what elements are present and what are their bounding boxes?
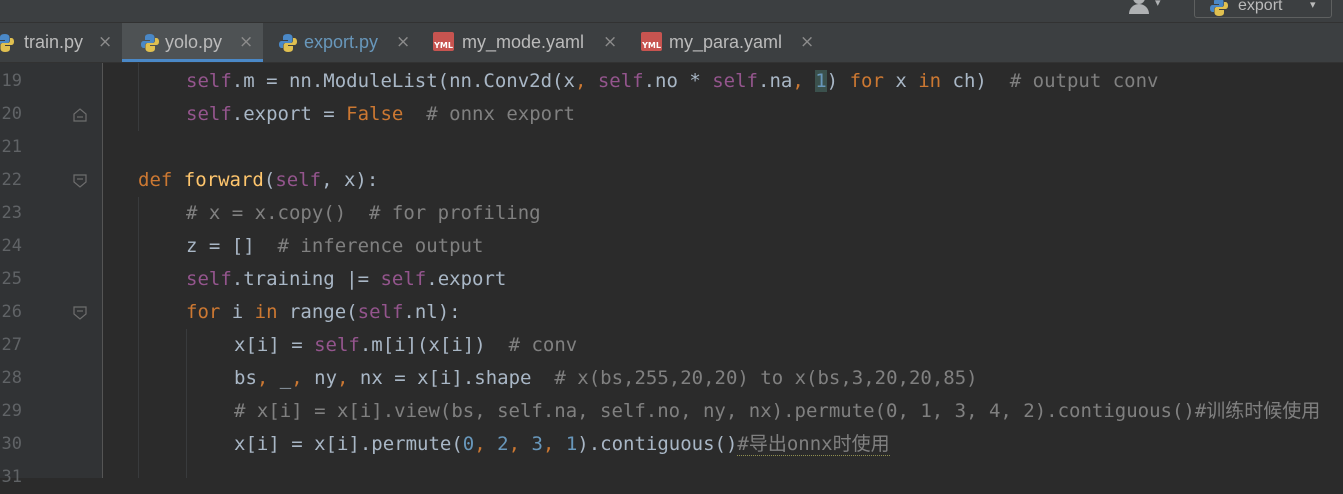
indent-guide	[186, 329, 187, 478]
code-line-25: self.training |= self.export	[186, 268, 507, 290]
run-configuration-select[interactable]: export ▾	[1194, 0, 1332, 18]
tab-label: export.py	[304, 32, 379, 52]
editor-tab-bar: train.py × yolo.py × export.py × YML my_…	[0, 23, 1343, 63]
code-line-22: def forward(self, x):	[138, 169, 379, 191]
line-number: 29	[1, 401, 22, 421]
line-number: 20	[1, 104, 22, 124]
close-icon[interactable]: ×	[603, 32, 617, 52]
gutter-divider	[102, 63, 103, 478]
line-number: 21	[1, 137, 22, 157]
line-number: 26	[1, 302, 22, 322]
bracket-match-highlight: 1	[815, 70, 827, 92]
fold-start-icon[interactable]	[73, 174, 87, 188]
code-line-28: bs, _, ny, nx = x[i].shape # x(bs,255,20…	[234, 367, 978, 389]
yaml-file-icon: YML	[433, 32, 454, 51]
tab-my-mode-yaml[interactable]: YML my_mode.yaml ×	[418, 23, 628, 62]
fold-start-icon[interactable]	[73, 306, 87, 320]
tab-label: yolo.py	[165, 32, 223, 52]
indent-guide	[138, 63, 139, 131]
tab-label: train.py	[24, 32, 84, 52]
close-icon[interactable]: ×	[800, 32, 814, 52]
close-icon[interactable]: ×	[98, 32, 112, 52]
line-number: 24	[1, 236, 22, 256]
line-number-gutter: 19 20 21 22 23 24 25 26 27 28 29 30 31	[0, 63, 102, 487]
tab-export-py[interactable]: export.py ×	[263, 23, 418, 62]
code-line-20: self.export = False # onnx export	[186, 103, 575, 125]
python-file-icon	[139, 32, 161, 59]
line-number: 22	[1, 170, 22, 190]
fold-end-icon[interactable]	[73, 108, 87, 122]
code-line-29: # x[i] = x[i].view(bs, self.na, self.no,…	[234, 400, 1321, 422]
line-number: 28	[1, 368, 22, 388]
tab-label: my_para.yaml	[669, 32, 783, 52]
chevron-down-icon: ▾	[1155, 0, 1161, 9]
indent-guide	[138, 197, 139, 478]
yaml-file-icon: YML	[641, 32, 662, 51]
user-menu-button[interactable]: ▾	[1127, 0, 1171, 18]
code-line-19: self.m = nn.ModuleList(nn.Conv2d(x, self…	[186, 70, 1159, 92]
code-line-23: # x = x.copy() # for profiling	[186, 202, 541, 224]
line-number: 30	[1, 434, 22, 454]
main-toolbar: ▾ export ▾	[0, 0, 1343, 23]
run-configuration-label: export	[1238, 0, 1283, 14]
python-file-icon	[277, 32, 299, 59]
code-line-30: x[i] = x[i].permute(0, 2, 3, 1).contiguo…	[234, 433, 890, 456]
python-icon	[1209, 0, 1229, 21]
code-line-27: x[i] = self.m[i](x[i]) # conv	[234, 334, 578, 356]
tab-train-py[interactable]: train.py ×	[0, 23, 122, 62]
tab-yolo-py[interactable]: yolo.py ×	[122, 23, 263, 62]
line-number: 27	[1, 335, 22, 355]
line-number: 25	[1, 269, 22, 289]
line-number: 19	[1, 71, 22, 91]
typo-warning: #导出onnx时使用	[737, 433, 890, 456]
close-icon[interactable]: ×	[239, 32, 253, 52]
code-editor[interactable]: 19 20 21 22 23 24 25 26 27 28 29 30 31 s…	[0, 63, 1343, 487]
tab-label: my_mode.yaml	[462, 32, 585, 52]
line-number: 23	[1, 203, 22, 223]
code-line-26: for i in range(self.nl):	[186, 301, 461, 323]
python-file-icon	[0, 32, 16, 59]
close-icon[interactable]: ×	[396, 32, 410, 52]
tab-my-para-yaml[interactable]: YML my_para.yaml ×	[628, 23, 828, 62]
code-line-24: z = [] # inference output	[186, 235, 484, 257]
chevron-down-icon: ▾	[1310, 0, 1316, 11]
